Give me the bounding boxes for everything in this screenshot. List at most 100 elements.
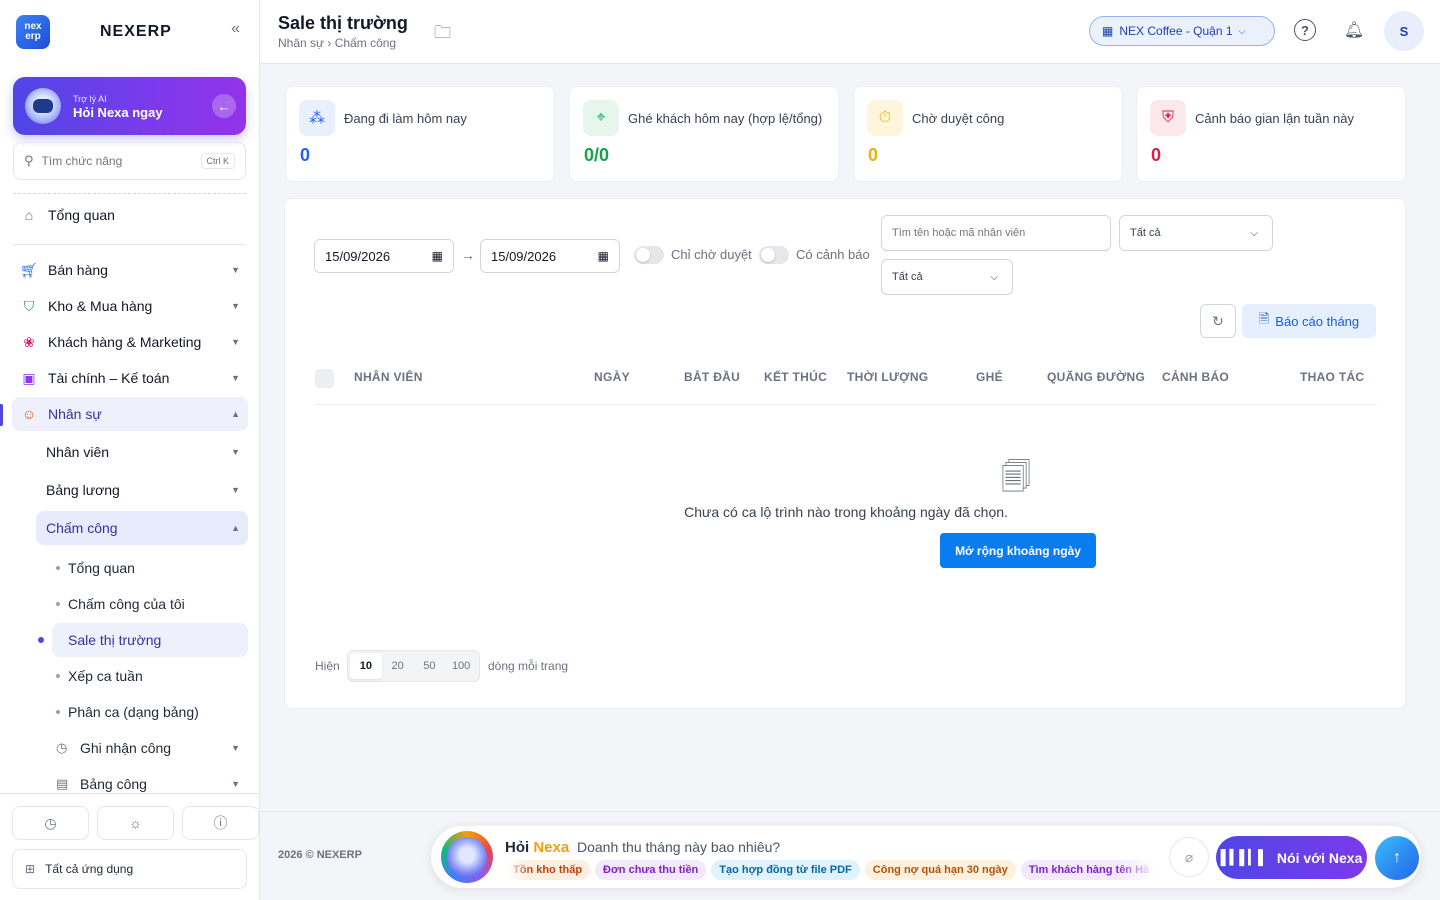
nexa-avatar-icon[interactable] xyxy=(441,831,493,883)
arrow-up-icon: ↑ xyxy=(1393,849,1401,866)
chip-low-stock[interactable]: Tồn kho thấp xyxy=(505,860,591,880)
person-icon: ☺ xyxy=(21,406,37,422)
arrow-left-icon[interactable]: ← xyxy=(212,94,236,118)
history-button[interactable]: ◷ xyxy=(12,806,89,840)
page-size-20[interactable]: 20 xyxy=(382,653,414,679)
nav-employees[interactable]: Nhân viên ▼ xyxy=(36,435,248,469)
filter-select-2[interactable]: Tất cả ⌵ xyxy=(881,259,1013,295)
col-warning[interactable]: CẢNH BÁO xyxy=(1162,370,1229,384)
chevron-down-icon: ⌵ xyxy=(990,271,998,283)
col-date[interactable]: NGÀY xyxy=(594,370,630,384)
user-avatar[interactable]: S xyxy=(1384,11,1424,51)
nav-inventory[interactable]: ⛉ Kho & Mua hàng ▼ xyxy=(12,289,248,323)
chip-contract-pdf[interactable]: Tạo hợp đồng từ file PDF xyxy=(711,860,860,880)
theme-button[interactable]: ☼ xyxy=(97,806,174,840)
nav-shift-table[interactable]: Phân ca (dạng bảng) xyxy=(52,695,248,729)
team-icon: ⁂ xyxy=(299,100,335,136)
divider xyxy=(13,244,246,245)
nav-weekly-shifts[interactable]: Xếp ca tuần xyxy=(52,659,248,693)
nav-sales[interactable]: 🛒︎ Bán hàng ▼ xyxy=(12,253,248,287)
sun-icon: ☼ xyxy=(129,815,142,831)
file-icon: 🗎 xyxy=(1258,311,1270,326)
date-from-input[interactable]: 15/09/2026 ▦ xyxy=(314,239,454,273)
branch-selector[interactable]: ▦ NEX Coffee - Quận 1 ⌵ xyxy=(1089,16,1275,46)
logo-text-bottom: erp xyxy=(25,31,41,42)
page-size-selector: 10 20 50 100 xyxy=(347,650,480,682)
talk-to-nexa-button[interactable]: ▌▍▌▎▌ Nói với Nexa xyxy=(1216,836,1367,879)
calendar-icon[interactable]: ▦ xyxy=(598,249,609,263)
function-search-input[interactable] xyxy=(41,154,201,168)
col-actions: THAO TÁC xyxy=(1300,370,1365,384)
nav-payroll[interactable]: Bảng lương ▼ xyxy=(36,473,248,507)
nav-hr[interactable]: ☺ Nhân sự ▲ xyxy=(12,397,248,431)
refresh-button[interactable]: ↻ xyxy=(1200,304,1236,338)
all-apps-button[interactable]: ⊞ Tất cả ứng dụng xyxy=(12,849,247,889)
select-all-checkbox[interactable] xyxy=(315,369,334,388)
map-pin-icon: ⌖ xyxy=(583,100,619,136)
nexerp-logo[interactable]: nex erp xyxy=(16,15,50,49)
calendar-icon[interactable]: ▦ xyxy=(432,249,443,263)
page-size-100[interactable]: 100 xyxy=(445,653,477,679)
stat-label: Ghé khách hôm nay (hợp lệ/tổng) xyxy=(628,111,823,126)
arrow-right-icon: → xyxy=(461,247,475,263)
nav-record-attendance[interactable]: ◷ Ghi nhận công ▼ xyxy=(52,731,248,765)
clock-icon: ◷ xyxy=(56,740,68,755)
expand-date-range-button[interactable]: Mở rộng khoảng ngày xyxy=(940,533,1096,568)
nav-overview[interactable]: ⌂ Tổng quan xyxy=(12,198,248,232)
nav-attendance[interactable]: Chấm công ▲ xyxy=(36,511,248,545)
send-button[interactable]: ↑ xyxy=(1375,836,1419,880)
nav-finance[interactable]: ▣ Tài chính – Kế toán ▼ xyxy=(12,361,248,395)
col-distance[interactable]: QUÃNG ĐƯỜNG xyxy=(1047,370,1145,384)
employee-search-input[interactable] xyxy=(892,227,1100,239)
attach-button[interactable]: ⌀ xyxy=(1169,837,1209,877)
home-icon: ⌂ xyxy=(24,207,34,223)
nav-field-sales-label: Sale thị trường xyxy=(68,632,162,648)
nav-sales-label: Bán hàng xyxy=(48,262,108,278)
nav-hr-label: Nhân sự xyxy=(48,406,102,422)
notification-button[interactable]: 🔔︎ xyxy=(1341,17,1367,43)
has-warning-toggle[interactable] xyxy=(759,246,789,264)
chip-unpaid-orders[interactable]: Đơn chưa thu tiền xyxy=(595,860,707,880)
calculator-icon: ▣ xyxy=(22,369,36,386)
chip-overdue-debt[interactable]: Công nợ quá hạn 30 ngày xyxy=(864,860,1016,880)
chevron-down-icon: ▼ xyxy=(231,447,240,457)
page-size-10[interactable]: 10 xyxy=(350,653,382,679)
nav-timesheet-label: Bảng công xyxy=(80,776,147,792)
ai-title: Hỏi Nexa ngay xyxy=(73,105,163,120)
nav-attendance-overview-label: Tổng quan xyxy=(68,560,135,576)
timer-icon: ⏱︎ xyxy=(867,100,903,136)
chevron-up-icon: ▲ xyxy=(231,523,240,533)
col-visits[interactable]: GHÉ xyxy=(976,370,1003,384)
stat-fraud-warning: ⛨ Cảnh báo gian lận tuần này 0 xyxy=(1136,86,1406,182)
nav-customers[interactable]: ❀ Khách hàng & Marketing ▼ xyxy=(12,325,248,359)
nav-field-sales[interactable]: Sale thị trường xyxy=(38,623,248,657)
nav-attendance-label: Chấm công xyxy=(46,520,118,536)
collapse-sidebar-icon[interactable]: « xyxy=(231,20,240,38)
function-search[interactable]: ⚲ Ctrl K xyxy=(13,142,246,180)
branch-label: NEX Coffee - Quận 1 xyxy=(1119,24,1233,38)
monthly-report-button[interactable]: 🗎 Báo cáo tháng xyxy=(1242,304,1376,338)
help-icon: ? xyxy=(1294,19,1316,41)
nav-overview-label: Tổng quan xyxy=(48,207,115,223)
folder-icon[interactable]: 🗀 xyxy=(434,20,451,49)
col-start[interactable]: BẮT ĐẦU xyxy=(684,370,740,384)
pending-only-toggle[interactable] xyxy=(634,246,664,264)
nav-attendance-overview[interactable]: Tổng quan xyxy=(52,551,248,585)
col-duration[interactable]: THỜI LƯỢNG xyxy=(847,370,928,384)
pending-only-label: Chỉ chờ duyệt xyxy=(671,247,752,262)
employee-search-field[interactable] xyxy=(881,215,1111,251)
col-end[interactable]: KẾT THÚC xyxy=(764,370,827,384)
nexa-question[interactable]: Doanh thu tháng này bao nhiêu? xyxy=(577,839,780,855)
nav-record-attendance-label: Ghi nhận công xyxy=(80,740,172,756)
nav-my-attendance[interactable]: Chấm công của tôi xyxy=(52,587,248,621)
alert-button[interactable]: ⓘ xyxy=(182,806,259,840)
stat-value: 0 xyxy=(1151,145,1162,165)
topbar: Sale thị trường Nhân sự › Chấm công 🗀 ▦ … xyxy=(260,0,1440,64)
date-to-input[interactable]: 15/09/2026 ▦ xyxy=(480,239,620,273)
chip-find-customer[interactable]: Tìm khách hàng tên Hà xyxy=(1020,860,1155,880)
filter-select-1[interactable]: Tất cả ⌵ xyxy=(1119,215,1273,251)
page-size-50[interactable]: 50 xyxy=(414,653,446,679)
ai-assistant-card[interactable]: Trợ lý AI Hỏi Nexa ngay ← xyxy=(13,77,246,135)
col-employee[interactable]: NHÂN VIÊN xyxy=(354,370,423,384)
help-button[interactable]: ? xyxy=(1292,17,1318,43)
